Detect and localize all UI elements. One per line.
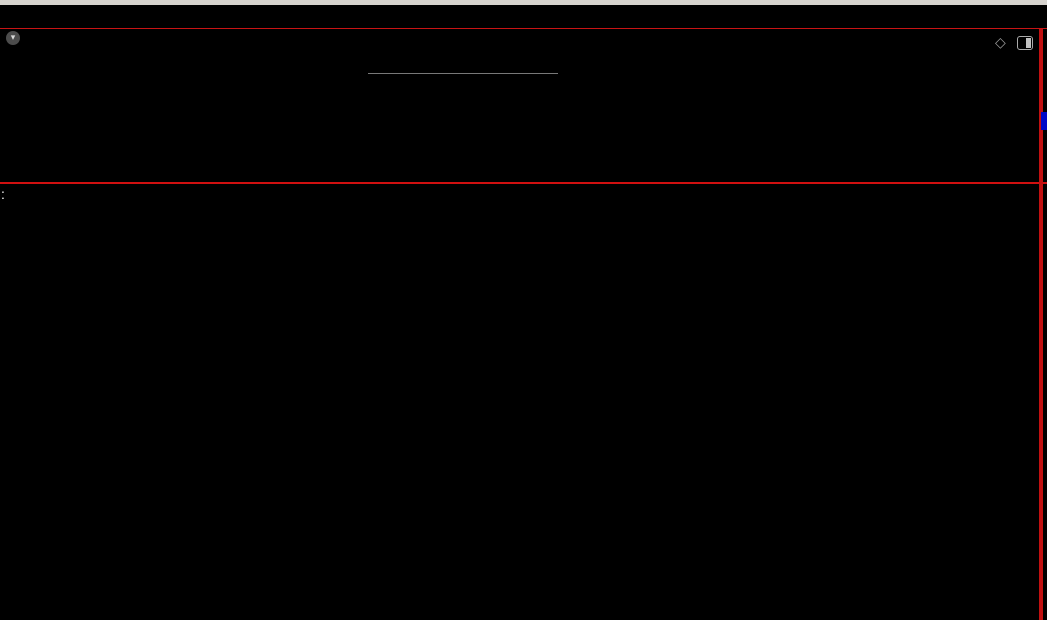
panel-layout-icon[interactable]	[1017, 36, 1033, 50]
chevron-down-icon[interactable]: ▾	[6, 31, 20, 45]
app-window: ▾ ◇ :	[0, 0, 1047, 620]
panel-separator[interactable]	[0, 182, 1047, 184]
chart-window: ▾ ◇ :	[0, 29, 1047, 620]
price-level-line	[368, 73, 558, 74]
diamond-icon[interactable]: ◇	[995, 34, 1006, 51]
candlestick-plot	[0, 29, 1039, 182]
indicator-plot	[0, 185, 1039, 620]
indicator-label: :	[1, 186, 5, 202]
candlestick-panel[interactable]: ▾ ◇	[0, 29, 1047, 182]
current-price-axis-label	[1041, 112, 1047, 130]
period-toolbar	[0, 5, 1047, 28]
indicator-panel[interactable]: :	[0, 185, 1047, 620]
